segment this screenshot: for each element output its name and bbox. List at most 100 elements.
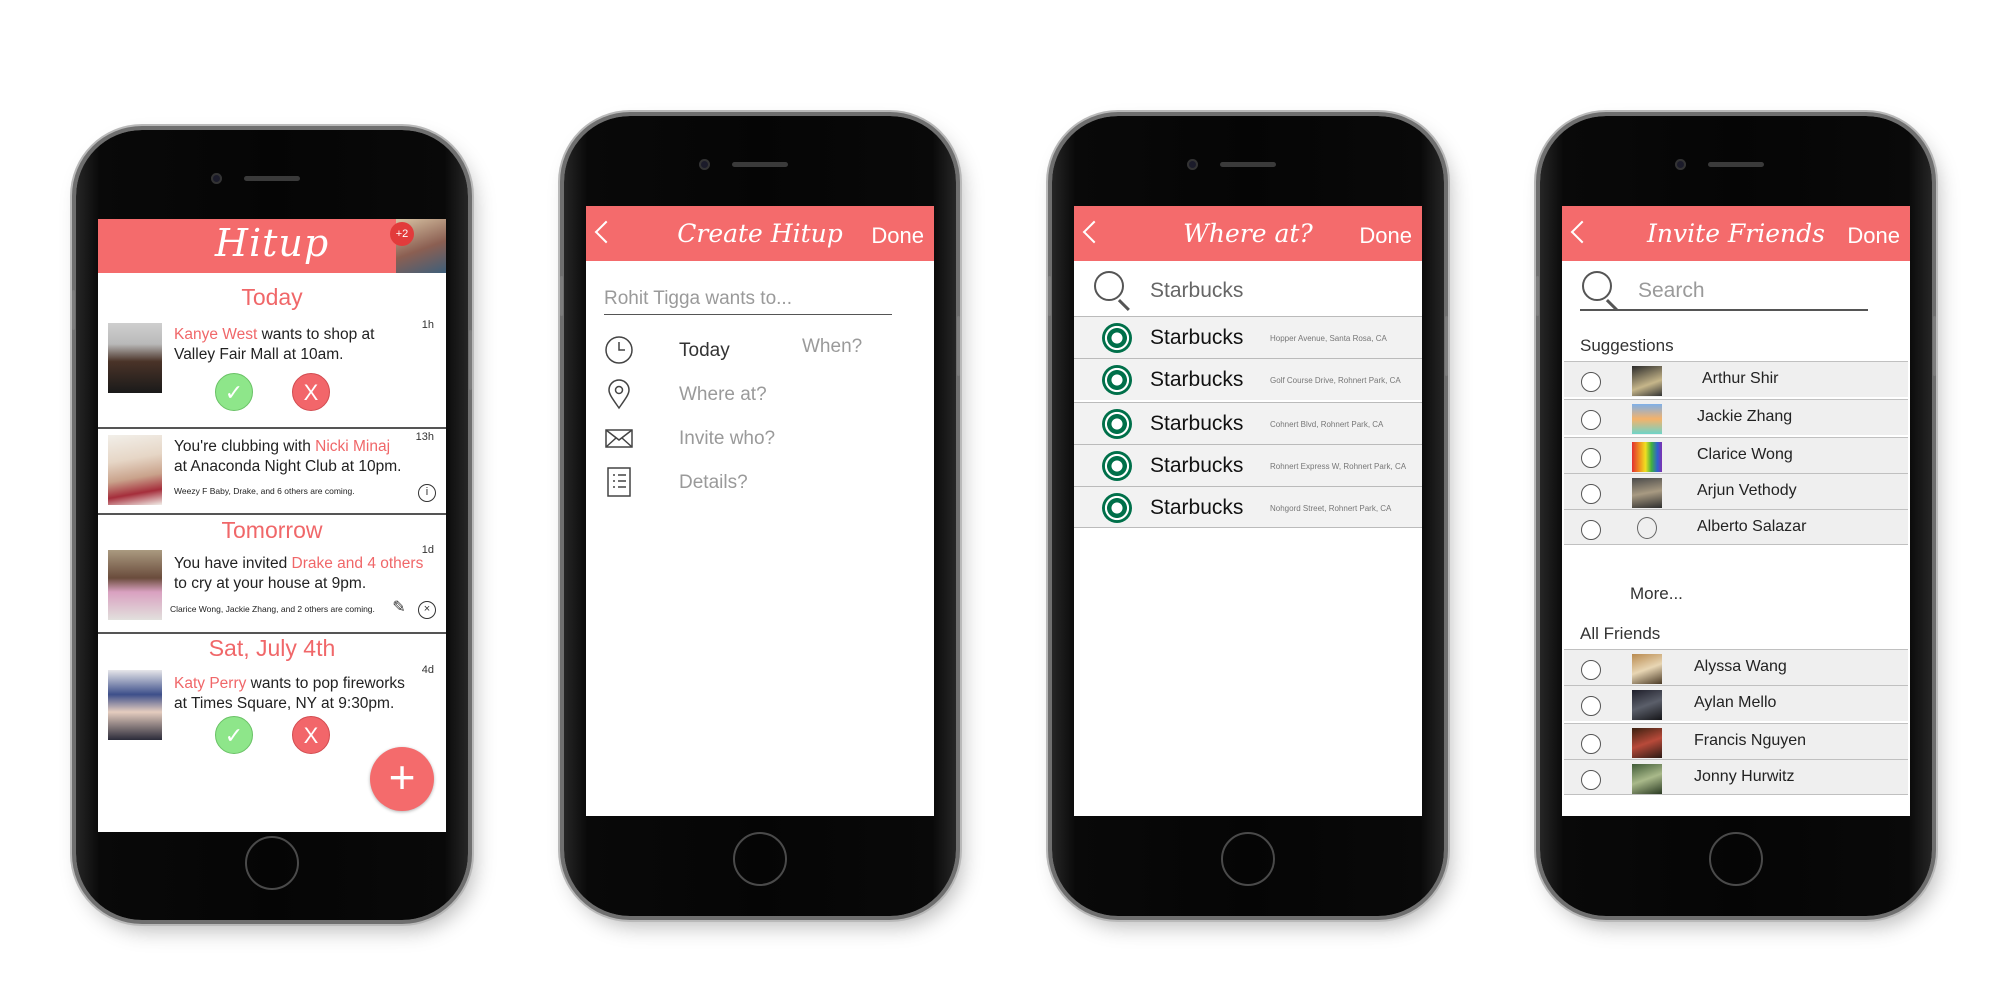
hitup-text: You're clubbing with Nicki Minaj at Anac… — [174, 437, 426, 477]
friend-name: Aylan Mello — [1694, 694, 1777, 711]
earpiece-speaker — [732, 162, 788, 167]
search-icon — [1094, 271, 1124, 301]
where-row[interactable]: Where at? — [604, 378, 924, 414]
decline-button[interactable]: X — [292, 373, 330, 411]
friend-search-input[interactable]: Search — [1638, 279, 1705, 303]
attendees-note: Weezy F Baby, Drake, and 6 others are co… — [174, 486, 355, 496]
feed-header: Hitup +2 — [98, 219, 446, 273]
friend-name: Arjun Vethody — [1697, 482, 1797, 499]
home-button[interactable] — [1709, 832, 1763, 886]
create-hitup-button[interactable]: + — [370, 747, 434, 811]
section-sat: Sat, July 4th — [208, 635, 336, 661]
side-button — [1933, 316, 1936, 376]
hitup-card[interactable]: 1d You have invited Drake and 4 others t… — [98, 544, 446, 629]
side-button — [560, 276, 563, 316]
avatar — [1632, 442, 1662, 472]
select-radio[interactable] — [1581, 410, 1601, 430]
phone-feed: Hitup +2 Today 1h Kanye West wants to sh… — [72, 130, 472, 920]
hitup-text-b: to cry at your house at 9pm. — [174, 575, 367, 592]
earpiece-speaker — [1220, 162, 1276, 167]
friend-row[interactable]: Alberto Salazar — [1564, 509, 1908, 545]
select-radio[interactable] — [1581, 372, 1601, 392]
friend-name: Alberto Salazar — [1697, 518, 1807, 535]
decline-button[interactable]: X — [292, 716, 330, 754]
starbucks-logo-icon — [1102, 323, 1132, 353]
hitup-text-b: Valley Fair Mall at 10am. — [174, 346, 344, 363]
friend-row[interactable]: Francis Nguyen — [1564, 723, 1908, 759]
invite-placeholder[interactable]: Invite who? — [679, 428, 775, 450]
divider — [98, 427, 446, 429]
details-row[interactable]: Details? — [604, 466, 924, 502]
select-radio[interactable] — [1581, 448, 1601, 468]
friend-row[interactable]: Jackie Zhang — [1564, 399, 1908, 435]
avatar — [1632, 404, 1662, 434]
home-button[interactable] — [245, 836, 299, 890]
friend-search-bar[interactable]: Search — [1562, 261, 1910, 315]
side-button — [1048, 276, 1051, 316]
edit-icon[interactable]: ✎ — [390, 600, 408, 618]
side-button — [1445, 316, 1448, 376]
friend-row[interactable]: Clarice Wong — [1564, 437, 1908, 473]
place-result[interactable]: Starbucks Cohnert Blvd, Rohnert Park, CA — [1074, 402, 1422, 444]
invite-row[interactable]: Invite who? — [604, 422, 924, 458]
friend-row[interactable]: Aylan Mello — [1564, 685, 1908, 721]
accept-button[interactable]: ✓ — [215, 373, 253, 411]
select-radio[interactable] — [1581, 770, 1601, 790]
hitup-card[interactable]: 13h You're clubbing with Nicki Minaj at … — [98, 431, 446, 513]
attendees-note: Clarice Wong, Jackie Zhang, and 2 others… — [170, 604, 375, 614]
friend-name: Alyssa Wang — [1694, 658, 1787, 675]
person-link[interactable]: Nicki Minaj — [315, 438, 390, 455]
select-radio[interactable] — [1581, 696, 1601, 716]
friend-row[interactable]: Jonny Hurwitz — [1564, 759, 1908, 795]
cancel-icon[interactable]: × — [418, 601, 436, 619]
where-placeholder[interactable]: Where at? — [679, 384, 767, 406]
side-button — [469, 330, 472, 390]
invite-screen: Invite Friends Done Search Suggestions A… — [1562, 206, 1910, 816]
hitup-card[interactable]: 1h Kanye West wants to shop at Valley Fa… — [98, 319, 446, 424]
place-result[interactable]: Starbucks Hopper Avenue, Santa Rosa, CA — [1074, 316, 1422, 358]
when-row[interactable]: Today When? — [604, 334, 924, 370]
notification-badge[interactable]: +2 — [390, 222, 414, 246]
done-button[interactable]: Done — [1359, 223, 1412, 249]
earpiece-speaker — [1708, 162, 1764, 167]
section-tomorrow: Tomorrow — [221, 517, 323, 543]
avatar — [108, 323, 162, 393]
friend-row[interactable]: Alyssa Wang — [1564, 649, 1908, 685]
done-button[interactable]: Done — [871, 223, 924, 249]
place-address: Hopper Avenue, Santa Rosa, CA — [1270, 334, 1387, 343]
place-result[interactable]: Starbucks Rohnert Express W, Rohnert Par… — [1074, 444, 1422, 486]
place-address: Golf Course Drive, Rohnert Park, CA — [1270, 376, 1401, 385]
friend-name: Clarice Wong — [1697, 446, 1793, 463]
place-result[interactable]: Starbucks Golf Course Drive, Rohnert Par… — [1074, 358, 1422, 400]
home-button[interactable] — [1221, 832, 1275, 886]
divider — [98, 513, 446, 515]
details-placeholder[interactable]: Details? — [679, 472, 748, 494]
select-radio[interactable] — [1581, 660, 1601, 680]
search-underline — [1580, 309, 1868, 311]
today-label[interactable]: Today — [679, 340, 730, 362]
home-button[interactable] — [733, 832, 787, 886]
place-result[interactable]: Starbucks Nohgord Street, Rohnert Park, … — [1074, 486, 1422, 528]
done-button[interactable]: Done — [1847, 223, 1900, 249]
avatar — [1632, 690, 1662, 720]
place-search-input[interactable]: Starbucks — [1150, 279, 1243, 303]
person-link[interactable]: Kanye West — [174, 326, 257, 343]
friend-row[interactable]: Arthur Shir — [1564, 361, 1908, 397]
activity-input[interactable]: Rohit Tigga wants to... — [604, 288, 892, 315]
hitup-text-a: wants to pop fireworks — [246, 675, 405, 692]
person-link[interactable]: Drake and 4 others — [292, 555, 424, 572]
phone-where: Where at? Done Starbucks Starbucks Hoppe… — [1048, 116, 1448, 916]
place-name: Starbucks — [1150, 496, 1244, 519]
select-radio[interactable] — [1581, 734, 1601, 754]
place-search-bar[interactable]: Starbucks — [1074, 261, 1422, 315]
info-icon[interactable]: i — [418, 484, 436, 502]
person-link[interactable]: Katy Perry — [174, 675, 246, 692]
when-placeholder[interactable]: When? — [802, 336, 862, 358]
invite-header: Invite Friends Done — [1562, 206, 1910, 261]
more-link[interactable]: More... — [1630, 584, 1683, 604]
select-radio[interactable] — [1581, 484, 1601, 504]
select-radio[interactable] — [1581, 520, 1601, 540]
accept-button[interactable]: ✓ — [215, 716, 253, 754]
friend-row[interactable]: Arjun Vethody — [1564, 473, 1908, 509]
earpiece-speaker — [244, 176, 300, 181]
